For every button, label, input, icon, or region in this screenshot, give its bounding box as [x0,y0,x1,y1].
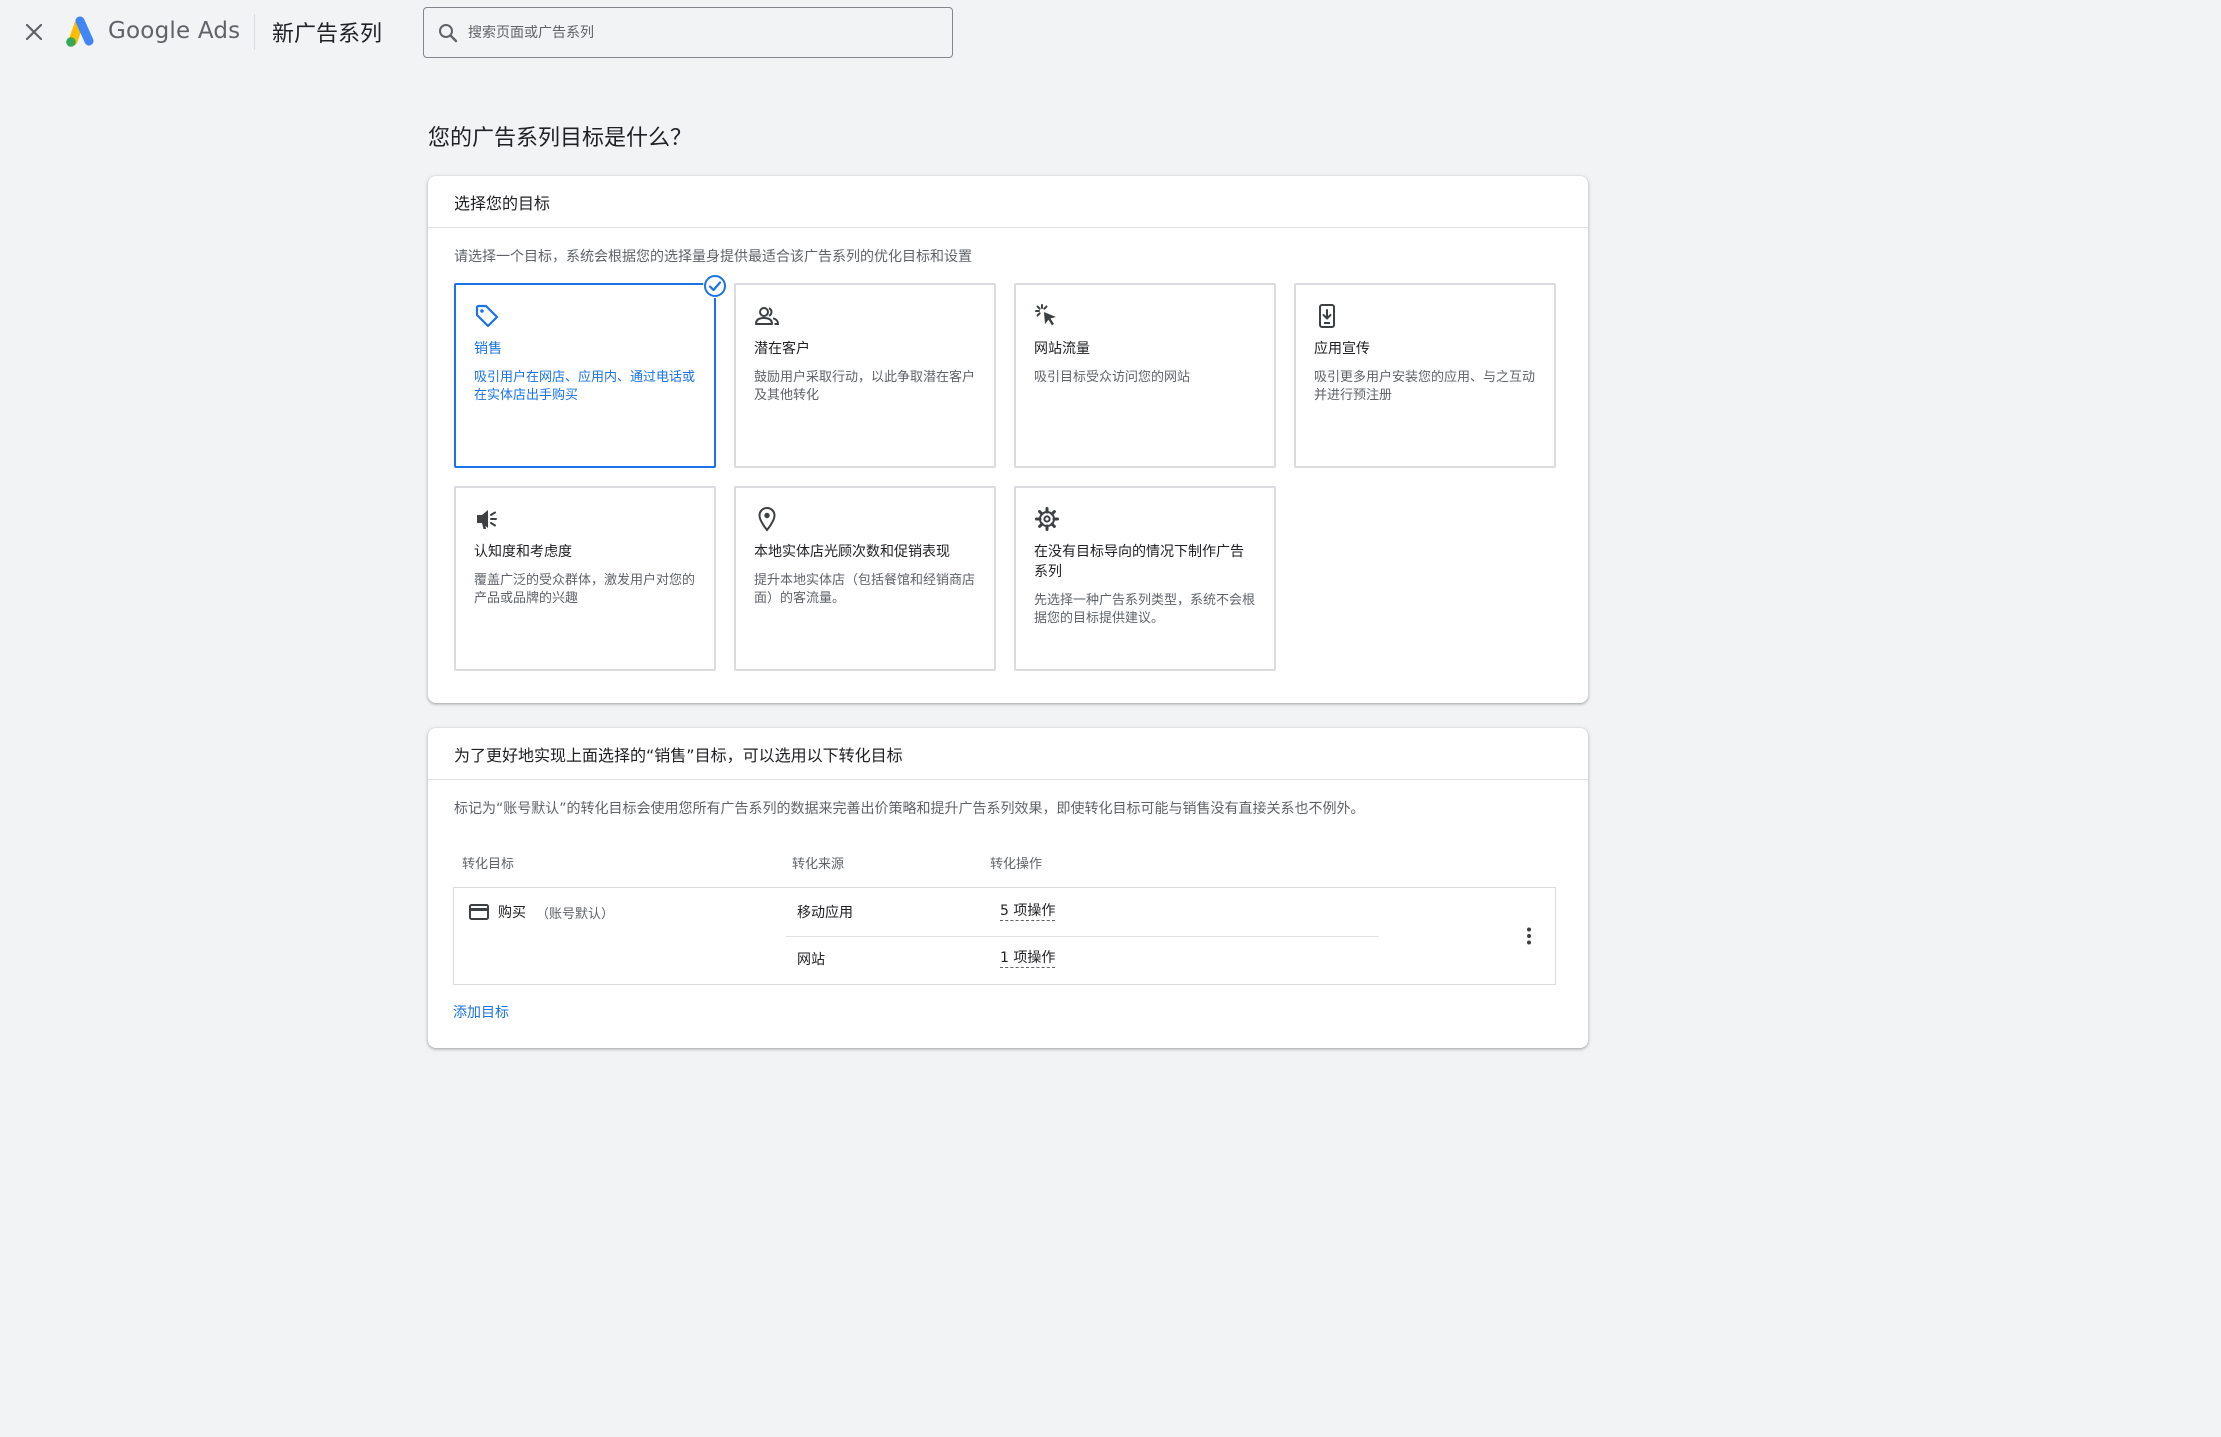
more-options-button[interactable] [1517,924,1541,948]
row-divider [786,936,1379,937]
conversion-card-title: 为了更好地实现上面选择的“销售”目标，可以选用以下转化目标 [428,728,1588,780]
goal-title: 本地实体店光顾次数和促销表现 [754,544,950,560]
search-icon [439,23,458,42]
conversion-goal-name: 购买 （账号默认） [469,902,614,922]
conversion-source: 移动应用 [797,905,853,921]
check-circle-icon [703,274,727,298]
google-ads-logo-icon [66,16,94,47]
goal-description: 吸引目标受众访问您的网站 [1034,370,1191,385]
close-icon [25,23,43,41]
megaphone-icon [477,510,497,529]
conversion-card-description: 标记为“账号默认”的转化目标会使用您所有广告系列的数据来完善出价策略和提升广告系… [454,801,1365,817]
goal-option-no-goal[interactable]: 在没有目标导向的情况下制作广告系列 先选择一种广告系列类型，系统不会根据您的目标… [1014,486,1276,671]
header-divider [254,14,255,50]
conversion-goals-card: 为了更好地实现上面选择的“销售”目标，可以选用以下转化目标 标记为“账号默认”的… [428,728,1588,1048]
goal-card-title: 选择您的目标 [428,176,1588,228]
logo-text: Google Ads [108,18,241,44]
goal-description: 提升本地实体店（包括餐馆和经销商店面）的客流量。 [754,573,976,606]
close-button[interactable] [20,18,48,46]
goal-description: 覆盖广泛的受众群体，激发用户对您的产品或品牌的兴趣 [474,573,696,606]
goal-title: 网站流量 [1034,341,1090,357]
conversion-actions-link[interactable]: 1 项操作 [1000,949,1056,968]
column-header-goal: 转化目标 [462,857,515,872]
conversion-goal-label: 购买 [498,905,526,921]
goal-option-leads[interactable]: 潜在客户 鼓励用户采取行动，以此争取潜在客户及其他转化 [734,283,996,468]
goal-description: 鼓励用户采取行动，以此争取潜在客户及其他转化 [754,370,976,403]
goal-option-website-traffic[interactable]: 网站流量 吸引目标受众访问您的网站 [1014,283,1276,468]
search-box[interactable] [423,7,953,58]
people-icon [755,307,780,325]
goal-title: 潜在客户 [754,341,810,357]
page-question: 您的广告系列目标是什么？ [428,126,693,151]
cursor-click-icon [1035,304,1056,326]
goal-description: 吸引用户在网店、应用内、通过电话或在实体店出手购买 [474,370,696,403]
goal-option-local-store[interactable]: 本地实体店光顾次数和促销表现 提升本地实体店（包括餐馆和经销商店面）的客流量。 [734,486,996,671]
google-ads-logo[interactable]: Google Ads [62,14,240,48]
conversion-goal-row: 购买 （账号默认） 移动应用 5 项操作 网站 1 项操作 [453,887,1556,985]
goal-title: 认知度和考虑度 [474,544,572,560]
goal-option-app-promotion[interactable]: 应用宣传 吸引更多用户安装您的应用、与之互动并进行预注册 [1294,283,1556,468]
goal-description: 先选择一种广告系列类型，系统不会根据您的目标提供建议。 [1034,593,1256,626]
goal-card-description: 请选择一个目标，系统会根据您的选择量身提供最适合该广告系列的优化目标和设置 [454,249,972,265]
tag-icon [475,304,499,328]
goal-selection-card: 选择您的目标 请选择一个目标，系统会根据您的选择量身提供最适合该广告系列的优化目… [428,176,1588,703]
goal-title: 应用宣传 [1314,341,1370,357]
top-bar: Google Ads 新广告系列 [0,0,1568,68]
page-title: 新广告系列 [272,22,383,47]
gear-icon [1035,507,1059,531]
conversion-source: 网站 [797,952,825,968]
phone-download-icon [1319,304,1335,328]
location-pin-icon [758,506,776,532]
column-header-action: 转化操作 [990,857,1043,872]
add-goal-link[interactable]: 添加目标 [453,1002,509,1022]
more-vert-icon [1527,927,1531,945]
goal-description: 吸引更多用户安装您的应用、与之互动并进行预注册 [1314,370,1536,403]
conversion-actions-link[interactable]: 5 项操作 [1000,902,1056,921]
goal-title: 在没有目标导向的情况下制作广告系列 [1034,544,1244,580]
credit-card-icon [469,904,489,920]
search-input[interactable] [468,24,908,41]
column-header-source: 转化来源 [792,857,845,872]
goal-option-awareness[interactable]: 认知度和考虑度 覆盖广泛的受众群体，激发用户对您的产品或品牌的兴趣 [454,486,716,671]
account-default-tag: （账号默认） [536,906,615,922]
goal-title: 销售 [474,341,502,357]
goal-option-sales[interactable]: 销售 吸引用户在网店、应用内、通过电话或在实体店出手购买 [454,274,727,468]
